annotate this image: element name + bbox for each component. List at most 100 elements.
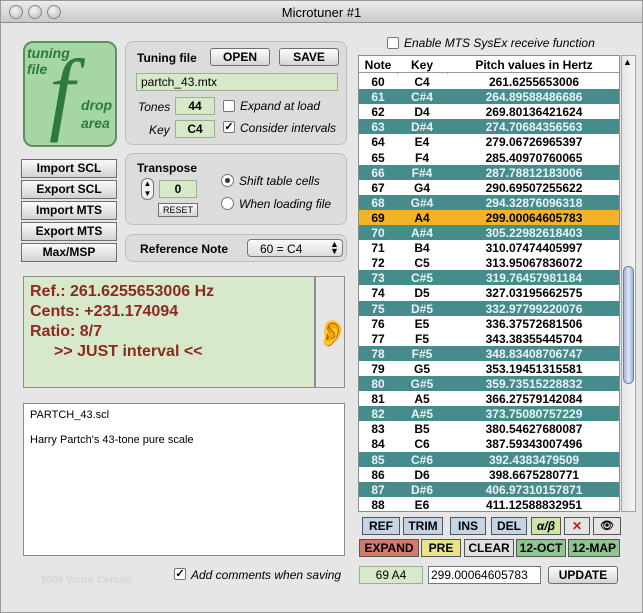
pitch-hz-cell[interactable]: 353.19451315581 [447, 362, 619, 376]
pitch-hz-cell[interactable]: 310.07474405997 [447, 241, 619, 255]
pitch-hz-cell[interactable]: 261.6255653006 [447, 75, 619, 89]
note-number-cell[interactable]: 75 [359, 302, 397, 316]
key-name-cell[interactable]: G#4 [397, 196, 447, 210]
table-row[interactable]: 82 A#5 373.75080757229 [359, 406, 619, 423]
key-field[interactable]: C4 [175, 120, 215, 138]
note-number-cell[interactable]: 61 [359, 90, 397, 104]
note-number-cell[interactable]: 71 [359, 241, 397, 255]
open-button[interactable]: OPEN [210, 48, 270, 66]
alpha-beta-button[interactable]: α/β [531, 517, 561, 535]
table-row[interactable]: 66 F#4 287.78812183006 [359, 164, 619, 181]
pitch-hz-cell[interactable]: 387.59343007496 [447, 437, 619, 451]
pitch-hz-cell[interactable]: 313.95067836072 [447, 256, 619, 270]
key-name-cell[interactable]: C6 [397, 437, 447, 451]
table-row[interactable]: 74 D5 327.03195662575 [359, 285, 619, 302]
table-row[interactable]: 72 C5 313.95067836072 [359, 255, 619, 272]
import-scl-button[interactable]: Import SCL [21, 159, 117, 178]
key-name-cell[interactable]: D#4 [397, 120, 447, 134]
twelve-map-button[interactable]: 12-MAP [568, 539, 620, 557]
pitch-hz-cell[interactable]: 294.32876096318 [447, 196, 619, 210]
pitch-hz-cell[interactable]: 279.06726965397 [447, 135, 619, 149]
tuning-file-drop-area[interactable]: tuning file f drop area [23, 41, 117, 147]
table-row[interactable]: 85 C#6 392.4383479509 [359, 451, 619, 468]
table-row[interactable]: 60 C4 261.6255653006 [359, 74, 619, 90]
pitch-hz-cell[interactable]: 411.12588832951 [447, 498, 619, 511]
table-row[interactable]: 61 C#4 264.89588486686 [359, 89, 619, 106]
note-number-cell[interactable]: 64 [359, 135, 397, 149]
table-row[interactable]: 71 B4 310.07474405997 [359, 240, 619, 257]
key-name-cell[interactable]: B5 [397, 422, 447, 436]
note-number-cell[interactable]: 63 [359, 120, 397, 134]
table-row[interactable]: 88 E6 411.12588832951 [359, 496, 619, 511]
note-number-cell[interactable]: 81 [359, 392, 397, 406]
clear-button[interactable]: CLEAR [464, 539, 514, 557]
transpose-value-field[interactable]: 0 [159, 180, 197, 198]
note-number-cell[interactable]: 68 [359, 196, 397, 210]
pitch-hz-cell[interactable]: 290.69507255622 [447, 181, 619, 195]
table-row[interactable]: 79 G5 353.19451315581 [359, 360, 619, 377]
insert-button[interactable]: INS [450, 517, 486, 535]
key-name-cell[interactable]: C4 [397, 75, 447, 89]
pitch-hz-cell[interactable]: 305.22982618403 [447, 226, 619, 240]
table-row[interactable]: 68 G#4 294.32876096318 [359, 194, 619, 211]
note-number-cell[interactable]: 60 [359, 75, 397, 89]
note-number-cell[interactable]: 62 [359, 105, 397, 119]
note-number-cell[interactable]: 77 [359, 332, 397, 346]
pitch-hz-cell[interactable]: 359.73515228832 [447, 377, 619, 391]
note-number-cell[interactable]: 69 [359, 211, 397, 225]
table-row[interactable]: 76 E5 336.37572681506 [359, 315, 619, 332]
trim-button[interactable]: TRIM [403, 517, 443, 535]
pitch-hz-cell[interactable]: 348.83408706747 [447, 347, 619, 361]
export-mts-button[interactable]: Export MTS [21, 222, 117, 241]
pitch-hz-cell[interactable]: 380.54627680087 [447, 422, 619, 436]
pitch-hz-cell[interactable]: 269.80136421624 [447, 105, 619, 119]
ref-button[interactable]: REF [362, 517, 400, 535]
key-name-cell[interactable]: E6 [397, 498, 447, 511]
key-name-cell[interactable]: G5 [397, 362, 447, 376]
key-name-cell[interactable]: A#4 [397, 226, 447, 240]
pitch-hz-cell[interactable]: 332.97799220076 [447, 302, 619, 316]
table-scrollbar[interactable]: ▲ [621, 55, 636, 512]
pitch-hz-cell[interactable]: 406.97310157871 [447, 483, 619, 497]
ear-listen-icon[interactable]: 👂 [315, 276, 348, 388]
table-row[interactable]: 73 C#5 319.76457981184 [359, 270, 619, 287]
pitch-hz-cell[interactable]: 327.03195662575 [447, 286, 619, 300]
key-name-cell[interactable]: B4 [397, 241, 447, 255]
note-number-cell[interactable]: 85 [359, 453, 397, 467]
table-row[interactable]: 63 D#4 274.70684356563 [359, 119, 619, 136]
table-row[interactable]: 86 D6 398.6675280771 [359, 466, 619, 483]
key-name-cell[interactable]: C5 [397, 256, 447, 270]
table-row[interactable]: 62 D4 269.80136421624 [359, 104, 619, 121]
note-number-cell[interactable]: 67 [359, 181, 397, 195]
table-row[interactable]: 83 B5 380.54627680087 [359, 421, 619, 438]
table-row[interactable]: 70 A#4 305.22982618403 [359, 225, 619, 241]
delete-button[interactable]: DEL [491, 517, 527, 535]
when-loading-file-radio[interactable] [221, 197, 234, 210]
table-row[interactable]: 80 G#5 359.73515228832 [359, 376, 619, 392]
scroll-thumb[interactable] [623, 266, 634, 384]
table-row[interactable]: 75 D#5 332.97799220076 [359, 300, 619, 317]
key-name-cell[interactable]: G4 [397, 181, 447, 195]
key-name-cell[interactable]: C#4 [397, 90, 447, 104]
note-number-cell[interactable]: 70 [359, 226, 397, 240]
note-number-cell[interactable]: 86 [359, 468, 397, 482]
key-name-cell[interactable]: F#5 [397, 347, 447, 361]
reset-button[interactable]: RESET [158, 203, 198, 217]
table-row[interactable]: 78 F#5 348.83408706747 [359, 345, 619, 362]
pre-button[interactable]: PRE [421, 539, 461, 557]
pitch-hz-cell[interactable]: 373.75080757229 [447, 407, 619, 421]
pitch-value-input[interactable]: 299.00064605783 [428, 566, 541, 584]
key-name-cell[interactable]: F4 [397, 151, 447, 165]
note-number-cell[interactable]: 80 [359, 377, 397, 391]
key-name-cell[interactable]: E5 [397, 317, 447, 331]
table-row[interactable]: 64 E4 279.06726965397 [359, 134, 619, 151]
mts-sysex-checkbox[interactable] [387, 37, 399, 49]
reference-note-select[interactable]: 60 = C4 ▲ ▼ [247, 239, 343, 257]
note-number-cell[interactable]: 72 [359, 256, 397, 270]
tones-field[interactable]: 44 [175, 97, 215, 115]
import-mts-button[interactable]: Import MTS [21, 201, 117, 220]
note-number-cell[interactable]: 83 [359, 422, 397, 436]
pitch-hz-cell[interactable]: 398.6675280771 [447, 468, 619, 482]
note-number-cell[interactable]: 87 [359, 483, 397, 497]
pitch-hz-cell[interactable]: 264.89588486686 [447, 90, 619, 104]
